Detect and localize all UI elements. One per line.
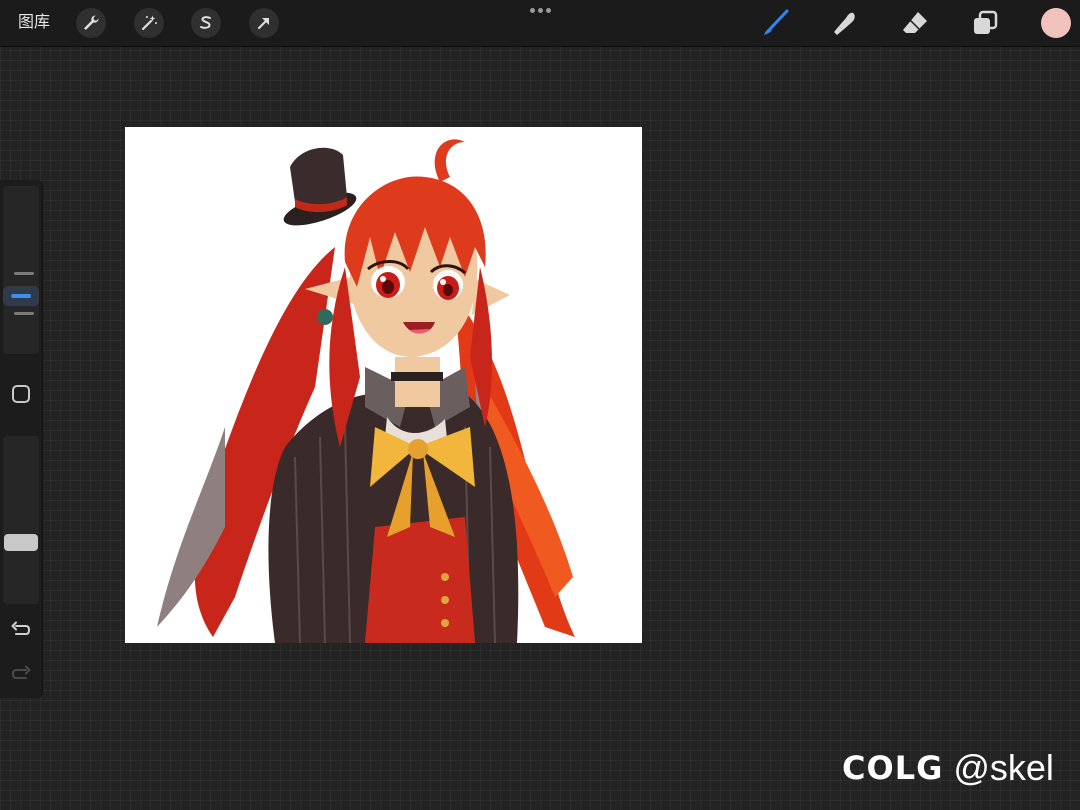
watermark-handle: @skel bbox=[953, 747, 1054, 788]
anime-girl-illustration bbox=[157, 139, 575, 643]
watermark-logo: COLG bbox=[842, 749, 944, 787]
more-options-icon[interactable] bbox=[524, 2, 556, 18]
wrench-icon bbox=[84, 15, 99, 30]
eraser-icon bbox=[903, 12, 927, 33]
layers-icon bbox=[974, 10, 998, 34]
gallery-button[interactable]: 图库 bbox=[18, 12, 50, 32]
brush-sidebar bbox=[0, 180, 42, 698]
smudge-tool-button[interactable] bbox=[829, 7, 861, 39]
color-picker-swatch[interactable] bbox=[1041, 8, 1071, 38]
layers-button[interactable] bbox=[969, 7, 1001, 39]
selection-s-icon bbox=[200, 16, 211, 29]
eraser-tool-button[interactable] bbox=[899, 7, 931, 39]
undo-button[interactable] bbox=[9, 618, 33, 642]
selection-button[interactable] bbox=[191, 8, 221, 38]
undo-arrow-icon bbox=[11, 621, 31, 635]
square-outline-icon[interactable] bbox=[12, 385, 30, 403]
arrow-cursor-icon bbox=[258, 18, 269, 29]
brush-icon bbox=[764, 9, 789, 35]
brush-size-slider[interactable] bbox=[3, 186, 39, 354]
redo-arrow-icon bbox=[11, 665, 31, 679]
brush-opacity-slider[interactable] bbox=[3, 436, 39, 604]
brush-size-thumb[interactable] bbox=[4, 287, 38, 305]
watermark: COLG @skel bbox=[842, 745, 1054, 791]
transform-button[interactable] bbox=[249, 8, 279, 38]
magic-wand-icon bbox=[141, 15, 157, 31]
smudge-finger-icon bbox=[834, 12, 855, 35]
redo-button[interactable] bbox=[9, 662, 33, 686]
slider-tick bbox=[14, 272, 34, 275]
brush-tool-button[interactable] bbox=[760, 7, 792, 39]
brush-opacity-thumb[interactable] bbox=[4, 534, 38, 551]
drawing-canvas[interactable] bbox=[125, 127, 642, 643]
top-toolbar: 图库 bbox=[0, 0, 1080, 46]
adjustments-button[interactable] bbox=[134, 8, 164, 38]
actions-button[interactable] bbox=[76, 8, 106, 38]
slider-tick bbox=[14, 312, 34, 315]
